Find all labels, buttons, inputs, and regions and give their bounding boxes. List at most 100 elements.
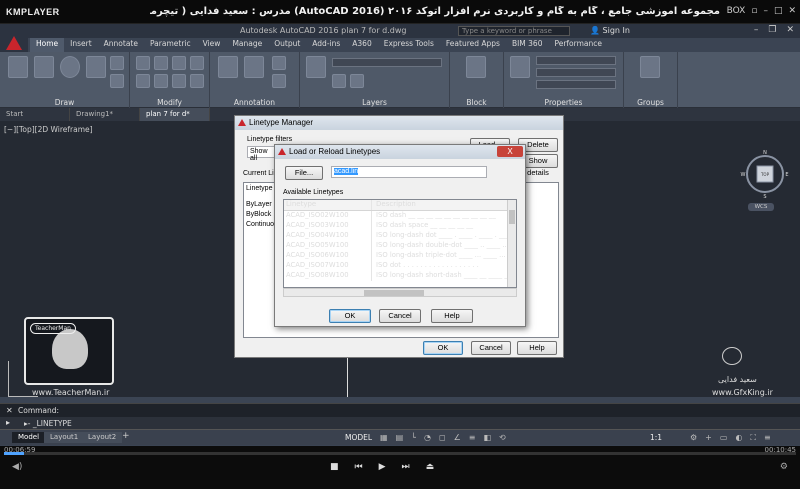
- panel-label[interactable]: Draw: [0, 98, 129, 107]
- rectangle-tool-icon[interactable]: [110, 56, 124, 70]
- file-tab[interactable]: Start: [0, 108, 70, 121]
- osnap-icon[interactable]: ◻: [439, 433, 446, 442]
- ribbon-tab-featured-apps[interactable]: Featured Apps: [440, 38, 506, 52]
- panel-label[interactable]: Properties: [504, 98, 623, 107]
- close-icon[interactable]: ✕: [6, 406, 13, 415]
- layout-tab-layout1[interactable]: Layout1: [44, 432, 85, 443]
- grid-icon[interactable]: ▦: [380, 433, 388, 442]
- help-button[interactable]: Help: [431, 309, 473, 323]
- file-name-field[interactable]: acad.lin: [331, 166, 487, 178]
- volume-icon[interactable]: ◀): [12, 462, 22, 472]
- lineweight-dropdown[interactable]: [536, 68, 616, 77]
- horizontal-scrollbar[interactable]: [283, 288, 517, 297]
- ok-button[interactable]: OK: [423, 341, 463, 355]
- ortho-icon[interactable]: └: [411, 433, 416, 442]
- annotation-scale[interactable]: 1:1: [650, 433, 662, 442]
- panel-label[interactable]: Groups: [624, 98, 677, 107]
- layer-match-icon[interactable]: [350, 74, 364, 88]
- sign-in-link[interactable]: 👤 Sign In: [590, 26, 630, 35]
- line-tool-icon[interactable]: [8, 56, 28, 78]
- column-description[interactable]: Description: [372, 200, 508, 210]
- text-tool-icon[interactable]: [218, 56, 238, 78]
- ribbon-tab-performance[interactable]: Performance: [548, 38, 608, 52]
- add-layout-icon[interactable]: +: [122, 431, 130, 441]
- fullscreen-icon[interactable]: ⛶: [750, 433, 756, 443]
- stop-icon[interactable]: ■: [330, 462, 339, 472]
- snap-icon[interactable]: ▤: [396, 433, 404, 442]
- transparency-icon[interactable]: ◧: [483, 433, 491, 442]
- filter-dropdown[interactable]: Show all: [247, 146, 277, 162]
- model-space-button[interactable]: MODEL: [345, 433, 372, 442]
- column-linetype[interactable]: Linetype: [284, 200, 372, 210]
- dialog-title-bar[interactable]: Load or Reload Linetypes X: [275, 145, 525, 159]
- dialog-title-bar[interactable]: Linetype Manager: [235, 116, 563, 130]
- table-row[interactable]: ACAD_ISO02W100 ISO dash __ __ __ __ __ __…: [284, 211, 516, 221]
- ribbon-tab-express-tools[interactable]: Express Tools: [378, 38, 440, 52]
- table-tool-icon[interactable]: [272, 74, 286, 88]
- minimize-icon[interactable]: –: [763, 6, 768, 16]
- search-input[interactable]: Type a keyword or phrase: [458, 26, 570, 36]
- maximize-icon[interactable]: □: [774, 6, 783, 16]
- match-properties-icon[interactable]: [510, 56, 530, 78]
- panel-label[interactable]: Modify: [130, 98, 209, 107]
- layout-tab-layout2[interactable]: Layout2: [82, 432, 123, 443]
- close-button[interactable]: X: [497, 146, 523, 157]
- viewcube[interactable]: TOP N W E S: [740, 149, 790, 199]
- rotate-tool-icon[interactable]: [154, 56, 168, 70]
- command-line[interactable]: ▸: [0, 417, 800, 429]
- layout-tab-model[interactable]: Model: [12, 432, 46, 443]
- eject-icon[interactable]: ⏏: [426, 462, 435, 472]
- arc-tool-icon[interactable]: [86, 56, 106, 78]
- linetype-dropdown[interactable]: [536, 80, 616, 89]
- pin-icon[interactable]: ▫: [751, 6, 757, 16]
- ok-button[interactable]: OK: [329, 309, 371, 323]
- explode-tool-icon[interactable]: [190, 74, 204, 88]
- otrack-icon[interactable]: ∠: [454, 433, 461, 442]
- table-row[interactable]: ACAD_ISO08W100 ISO long-dash short-dash _…: [284, 271, 516, 281]
- erase-tool-icon[interactable]: [190, 56, 204, 70]
- lineweight-icon[interactable]: ≡: [469, 433, 476, 442]
- color-dropdown[interactable]: [536, 56, 616, 65]
- scroll-thumb[interactable]: [509, 210, 515, 224]
- file-button[interactable]: File...: [285, 166, 323, 180]
- panel-label[interactable]: Layers: [300, 98, 449, 107]
- copy-tool-icon[interactable]: [136, 74, 150, 88]
- polyline-tool-icon[interactable]: [34, 56, 54, 78]
- trim-tool-icon[interactable]: [172, 56, 186, 70]
- vertical-scrollbar[interactable]: [507, 200, 516, 287]
- table-row[interactable]: ACAD_ISO05W100 ISO long-dash double-dot _…: [284, 241, 516, 251]
- next-icon[interactable]: ⏭: [402, 462, 410, 472]
- restore-icon[interactable]: ❐: [768, 25, 776, 35]
- table-row[interactable]: ACAD_ISO06W100 ISO long-dash triple-dot _…: [284, 251, 516, 261]
- box-label[interactable]: BOX: [727, 6, 746, 16]
- linetype-list-header[interactable]: Linetype: [246, 185, 272, 192]
- viewport-control[interactable]: [−][Top][2D Wireframe]: [4, 125, 93, 134]
- list-item[interactable]: ByBlock: [246, 211, 271, 218]
- insert-block-icon[interactable]: [466, 56, 486, 78]
- play-icon[interactable]: ▶: [379, 462, 386, 472]
- layer-state-icon[interactable]: [332, 74, 346, 88]
- leader-tool-icon[interactable]: [272, 56, 286, 70]
- file-tab[interactable]: Drawing1*: [70, 108, 140, 121]
- table-row[interactable]: ACAD_ISO07W100 ISO dot . . . . . . . . . …: [284, 261, 516, 271]
- ribbon-tab-bim-360[interactable]: BIM 360: [506, 38, 549, 52]
- close-icon[interactable]: ✕: [786, 25, 794, 35]
- circle-tool-icon[interactable]: [60, 56, 80, 78]
- ribbon-tab-insert[interactable]: Insert: [64, 38, 98, 52]
- help-button[interactable]: Help: [517, 341, 557, 355]
- layer-properties-icon[interactable]: [306, 56, 326, 78]
- panel-label[interactable]: Block: [450, 98, 503, 107]
- ribbon-tab-parametric[interactable]: Parametric: [144, 38, 197, 52]
- layer-dropdown[interactable]: [332, 58, 442, 67]
- customize-icon[interactable]: ≡: [764, 433, 771, 443]
- seek-bar[interactable]: [4, 452, 796, 455]
- dimension-tool-icon[interactable]: [244, 56, 264, 78]
- ribbon-tab-view[interactable]: View: [197, 38, 227, 52]
- wcs-menu[interactable]: WCS: [748, 203, 774, 211]
- scroll-thumb[interactable]: [364, 290, 424, 296]
- group-icon[interactable]: [640, 56, 660, 78]
- close-icon[interactable]: ✕: [788, 6, 796, 16]
- monitor-icon[interactable]: ▭: [720, 433, 728, 443]
- table-row[interactable]: ACAD_ISO04W100 ISO long-dash dot ____ . _…: [284, 231, 516, 241]
- plus-icon[interactable]: +: [705, 433, 712, 443]
